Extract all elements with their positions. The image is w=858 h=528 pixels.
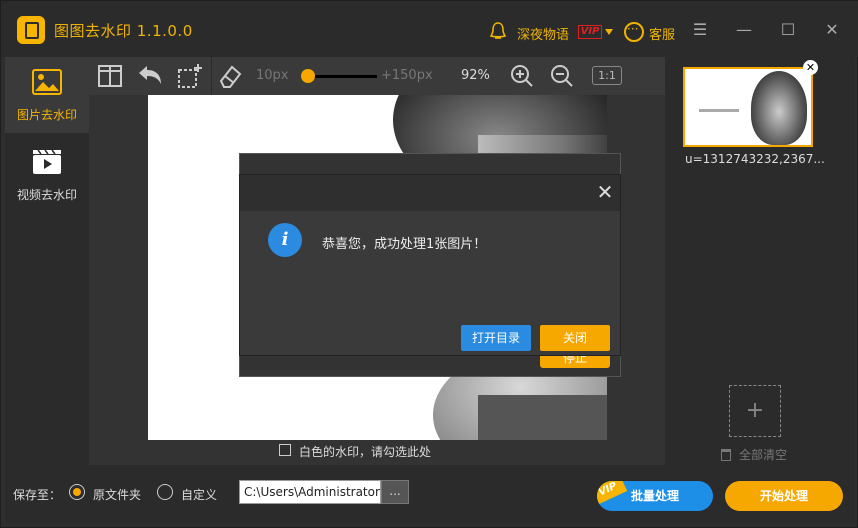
sidebar-item-image-watermark[interactable]: 图片去水印 <box>5 57 89 133</box>
app-window: 图图去水印 1.1.0.0 深夜物语 VIP 客服 ☰ — ☐ ✕ 图片去水印 <box>0 0 858 528</box>
file-list-panel: ✕ u=1312743232,2367... + 全部清空 <box>665 57 855 465</box>
success-dialog: ✕ i 恭喜您，成功处理1张图片！ 打开目录 关闭 <box>239 174 621 356</box>
crop-icon[interactable] <box>175 61 205 91</box>
info-icon: i <box>268 223 302 257</box>
image-thumbnail[interactable] <box>683 67 813 147</box>
image-icon <box>32 69 62 95</box>
chevron-down-icon[interactable] <box>605 29 613 35</box>
split-view-icon[interactable] <box>95 61 125 91</box>
app-logo-icon <box>17 16 45 44</box>
clear-all-button[interactable]: 全部清空 <box>721 446 787 463</box>
user-name[interactable]: 深夜物语 <box>517 24 569 43</box>
toolbar: 10px +150px 92% 1:1 <box>89 57 665 95</box>
zoom-out-icon[interactable] <box>547 61 577 91</box>
radio-original-folder[interactable] <box>69 484 85 500</box>
brush-size-slider-handle[interactable] <box>301 69 315 83</box>
start-process-button[interactable]: 开始处理 <box>725 481 843 511</box>
save-to-label: 保存至： <box>13 488 62 502</box>
remove-thumbnail-icon[interactable]: ✕ <box>803 60 818 75</box>
undo-icon[interactable] <box>135 61 165 91</box>
user-icon[interactable] <box>489 21 507 41</box>
open-directory-button[interactable]: 打开目录 <box>461 325 531 351</box>
brush-size-min: 10px <box>256 68 289 83</box>
radio-original-folder-label[interactable]: 原文件夹 <box>93 486 141 503</box>
vip-badge: VIP <box>578 25 602 39</box>
brush-size-max: +150px <box>381 68 433 83</box>
close-icon[interactable]: ✕ <box>594 181 616 203</box>
eraser-icon[interactable] <box>215 61 245 91</box>
dialog-header: ✕ <box>240 175 620 211</box>
sidebar: 图片去水印 视频去水印 <box>5 57 89 465</box>
browse-button[interactable]: ... <box>381 480 409 504</box>
customer-service-icon[interactable] <box>624 22 644 42</box>
radio-custom-folder[interactable] <box>157 484 173 500</box>
batch-process-button[interactable]: VIP 批量处理 <box>597 481 713 511</box>
batch-process-label: 批量处理 <box>630 489 679 503</box>
minimize-icon[interactable]: — <box>735 21 753 39</box>
clear-all-label: 全部清空 <box>739 448 788 462</box>
vip-tag: VIP <box>597 481 628 506</box>
title-bar: 图图去水印 1.1.0.0 深夜物语 VIP 客服 ☰ — ☐ ✕ <box>1 1 858 57</box>
customer-service-button[interactable]: 客服 <box>649 24 675 43</box>
app-title: 图图去水印 1.1.0.0 <box>54 22 193 40</box>
dialog-message: 恭喜您，成功处理1张图片！ <box>322 237 487 252</box>
checkbox[interactable] <box>279 444 291 456</box>
video-icon <box>33 149 61 174</box>
actual-size-button[interactable]: 1:1 <box>592 66 622 85</box>
trash-icon <box>721 449 731 461</box>
close-icon[interactable]: ✕ <box>823 21 841 39</box>
menu-icon[interactable]: ☰ <box>691 21 709 39</box>
thumbnail-filename: u=1312743232,2367... <box>685 152 825 166</box>
maximize-icon[interactable]: ☐ <box>779 21 797 39</box>
sidebar-item-video-watermark[interactable]: 视频去水印 <box>5 137 89 213</box>
zoom-in-icon[interactable] <box>507 61 537 91</box>
add-image-button[interactable]: + <box>729 385 781 437</box>
output-path-field[interactable]: C:\Users\Administrator <box>239 480 381 504</box>
bottom-bar: 保存至： 原文件夹 自定义 C:\Users\Administrator ...… <box>5 465 855 523</box>
sidebar-item-label: 视频去水印 <box>16 188 77 202</box>
radio-custom-folder-label[interactable]: 自定义 <box>181 486 217 503</box>
toolbar-divider <box>211 57 212 95</box>
sidebar-item-label: 图片去水印 <box>16 108 77 122</box>
white-watermark-label: 白色的水印，请勾选此处 <box>299 445 432 459</box>
zoom-level: 92% <box>461 68 490 83</box>
dialog-close-button[interactable]: 关闭 <box>540 325 610 351</box>
